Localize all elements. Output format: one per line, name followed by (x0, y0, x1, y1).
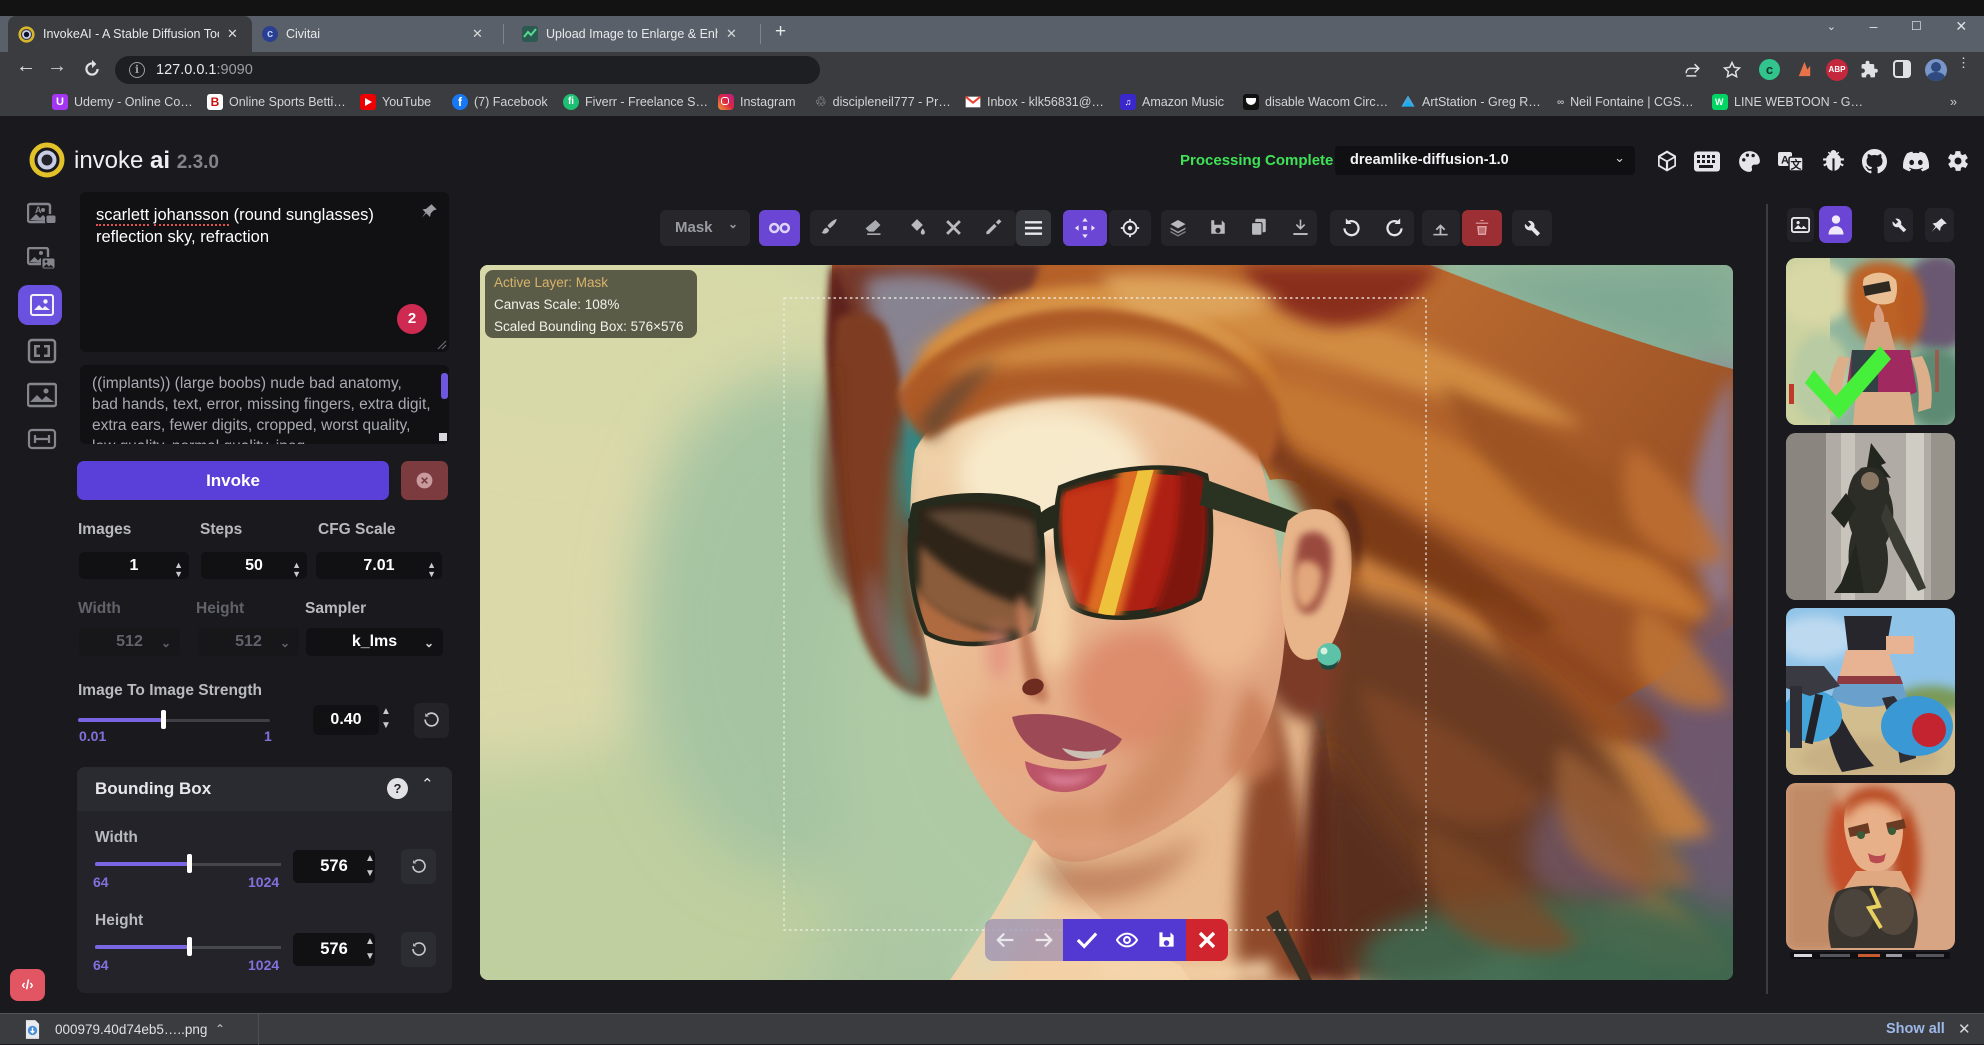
svg-text:A: A (1781, 155, 1789, 167)
svg-text:A: A (35, 205, 42, 215)
svg-text:文: 文 (1791, 158, 1803, 172)
